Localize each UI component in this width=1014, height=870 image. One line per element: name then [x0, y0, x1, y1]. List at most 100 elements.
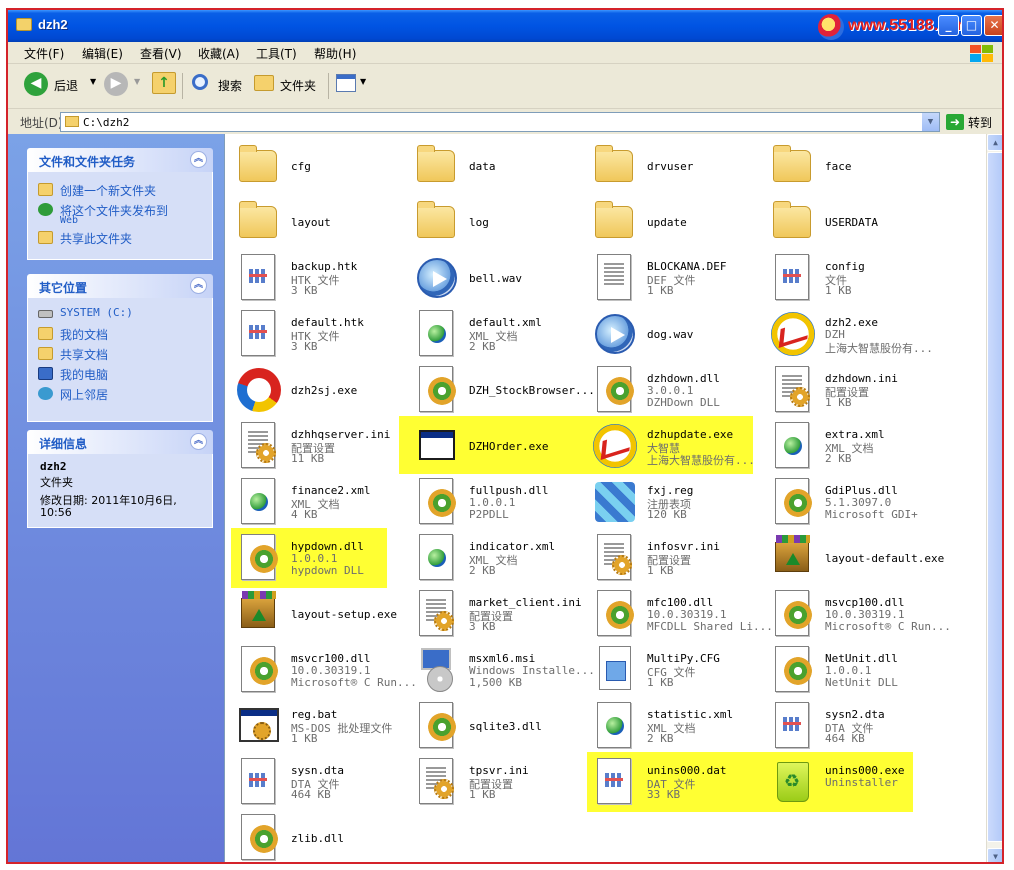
menu-edit[interactable]: 编辑(E)	[82, 45, 123, 62]
file-item[interactable]: dzh2sj.exe	[235, 364, 413, 418]
file-item[interactable]: dzh2.exe DZH 上海大智慧股份有...	[769, 308, 947, 362]
file-item[interactable]: statistic.xml XML 文档 2 KB	[591, 700, 769, 754]
menu-tools[interactable]: 工具(T)	[256, 45, 297, 62]
file-item[interactable]: BLOCKANA.DEF DEF 文件 1 KB	[591, 252, 769, 306]
grid-doc-icon	[235, 254, 283, 302]
address-dropdown-icon[interactable]: ▼	[922, 113, 939, 131]
file-item[interactable]: dzhupdate.exe 大智慧 上海大智慧股份有...	[591, 420, 769, 474]
file-item[interactable]: drvuser	[591, 140, 769, 194]
file-item[interactable]: bell.wav	[413, 252, 591, 306]
menu-view[interactable]: 查看(V)	[140, 45, 182, 62]
search-button[interactable]: 搜索	[190, 72, 246, 100]
menu-help[interactable]: 帮助(H)	[314, 45, 356, 62]
file-item[interactable]: unins000.dat DAT 文件 33 KB	[591, 756, 769, 810]
file-item[interactable]: cfg	[235, 140, 413, 194]
file-item[interactable]: dzhdown.dll 3.0.0.1 DZHDown DLL	[591, 364, 769, 418]
close-button[interactable]: ✕	[984, 15, 1002, 36]
scroll-thumb[interactable]	[987, 152, 1002, 842]
file-item[interactable]: unins000.exeUninstaller	[769, 756, 947, 810]
forward-dropdown-icon[interactable]: ▼	[134, 77, 140, 86]
file-detail-2: Microsoft® C Run...	[825, 620, 951, 633]
file-item[interactable]: indicator.xml XML 文档 2 KB	[413, 532, 591, 586]
file-name: cfg	[291, 160, 311, 173]
details-modified-time: 10:56	[40, 506, 72, 519]
task-pane: 文件和文件夹任务 ︽ 创建一个新文件夹 将这个文件夹发布到 Web 共享此文件夹…	[8, 134, 224, 862]
menu-favorites[interactable]: 收藏(A)	[198, 45, 240, 62]
places-panel-header[interactable]: 其它位置 ︽	[27, 274, 213, 298]
file-item[interactable]: msxml6.msi Windows Installe... 1,500 KB	[413, 644, 595, 698]
file-item[interactable]: dzhdown.ini 配置设置 1 KB	[769, 364, 947, 418]
file-item[interactable]: sysn.dta DTA 文件 464 KB	[235, 756, 413, 810]
menu-file[interactable]: 文件(F)	[24, 45, 64, 62]
address-input[interactable]: C:\dzh2 ▼	[60, 112, 940, 132]
file-item[interactable]: MultiPy.CFG CFG 文件 1 KB	[591, 644, 769, 698]
file-item[interactable]: USERDATA	[769, 196, 947, 250]
drive-icon	[38, 310, 53, 318]
folders-button[interactable]: 文件夹	[252, 72, 324, 100]
file-detail-2: 2 KB	[647, 732, 674, 745]
minimize-button[interactable]: _	[938, 15, 959, 36]
file-item[interactable]: mfc100.dll 10.0.30319.1 MFCDLL Shared Li..…	[591, 588, 773, 642]
file-item[interactable]: NetUnit.dll 1.0.0.1 NetUnit DLL	[769, 644, 947, 698]
forward-button[interactable]: ▶ ▼	[104, 72, 144, 100]
file-item[interactable]: update	[591, 196, 769, 250]
file-item[interactable]: extra.xml XML 文档 2 KB	[769, 420, 947, 474]
scroll-up-icon[interactable]: ▲	[987, 134, 1002, 151]
scroll-down-icon[interactable]: ▼	[987, 848, 1002, 862]
dll-icon	[591, 366, 639, 414]
file-item[interactable]: msvcp100.dll 10.0.30319.1 Microsoft® C Run…	[769, 588, 951, 642]
file-item[interactable]: reg.bat MS-DOS 批处理文件 1 KB	[235, 700, 413, 754]
maximize-button[interactable]: □	[961, 15, 982, 36]
go-button[interactable]: 转到	[968, 114, 992, 131]
file-item[interactable]: msvcr100.dll 10.0.30319.1 Microsoft® C Run…	[235, 644, 417, 698]
back-button[interactable]: ◀ 后退 ▼	[24, 72, 104, 100]
media-icon	[591, 310, 639, 358]
file-item[interactable]: fxj.reg 注册表项 120 KB	[591, 476, 769, 530]
file-detail-2: 上海大智慧股份有...	[647, 454, 755, 467]
file-item[interactable]: GdiPlus.dll 5.1.3097.0 Microsoft GDI+	[769, 476, 947, 530]
file-name: face	[825, 160, 852, 173]
collapse-chevron-icon[interactable]: ︽	[190, 277, 207, 294]
file-item[interactable]: default.htk HTK 文件 3 KB	[235, 308, 413, 362]
file-item[interactable]: market_client.ini 配置设置 3 KB	[413, 588, 591, 642]
file-item[interactable]: DZHOrder.exe	[413, 420, 591, 474]
file-list-pane[interactable]: cfg data drvuser face layout log update USERDAT…	[224, 134, 986, 862]
file-item[interactable]: data	[413, 140, 591, 194]
file-item[interactable]: log	[413, 196, 591, 250]
file-detail-2: 1 KB	[647, 564, 674, 577]
collapse-chevron-icon[interactable]: ︽	[190, 151, 207, 168]
file-item[interactable]: backup.htk HTK 文件 3 KB	[235, 252, 413, 306]
dll-icon	[235, 534, 283, 582]
file-item[interactable]: dzhhqserver.ini 配置设置 11 KB	[235, 420, 413, 474]
views-dropdown-icon[interactable]: ▼	[360, 77, 366, 86]
file-item[interactable]: config 文件 1 KB	[769, 252, 947, 306]
file-item[interactable]: hypdown.dll 1.0.0.1 hypdown DLL	[235, 532, 413, 586]
file-name: layout-default.exe	[825, 552, 945, 565]
collapse-chevron-icon[interactable]: ︽	[190, 433, 207, 450]
go-arrow-icon[interactable]: ➜	[946, 114, 964, 130]
up-button[interactable]: ↑	[152, 72, 178, 100]
details-panel-header[interactable]: 详细信息 ︽	[27, 430, 213, 454]
title-bar[interactable]: dzh2 www.55188.com _ □ ✕	[8, 10, 1002, 42]
file-item[interactable]: sqlite3.dll	[413, 700, 591, 754]
file-item[interactable]: default.xml XML 文档 2 KB	[413, 308, 591, 362]
tasks-panel-header[interactable]: 文件和文件夹任务 ︽	[27, 148, 213, 172]
dll-icon	[235, 814, 283, 862]
file-item[interactable]: layout-default.exe	[769, 532, 947, 586]
file-item[interactable]: sysn2.dta DTA 文件 464 KB	[769, 700, 947, 754]
file-item[interactable]: infosvr.ini 配置设置 1 KB	[591, 532, 769, 586]
file-item[interactable]: zlib.dll	[235, 812, 413, 862]
vertical-scrollbar[interactable]: ▲ ▼	[986, 134, 1002, 862]
file-item[interactable]: layout-setup.exe	[235, 588, 413, 642]
file-item[interactable]: finance2.xml XML 文档 4 KB	[235, 476, 413, 530]
file-item[interactable]: tpsvr.ini 配置设置 1 KB	[413, 756, 591, 810]
folder-icon	[65, 116, 79, 127]
file-item[interactable]: face	[769, 140, 947, 194]
file-item[interactable]: layout	[235, 196, 413, 250]
file-item[interactable]: fullpush.dll 1.0.0.1 P2PDLL	[413, 476, 591, 530]
file-item[interactable]: DZH_StockBrowser...	[413, 364, 595, 418]
views-button[interactable]: ▼	[334, 72, 370, 100]
search-label: 搜索	[218, 79, 243, 93]
back-dropdown-icon[interactable]: ▼	[90, 77, 96, 86]
file-item[interactable]: dog.wav	[591, 308, 769, 362]
